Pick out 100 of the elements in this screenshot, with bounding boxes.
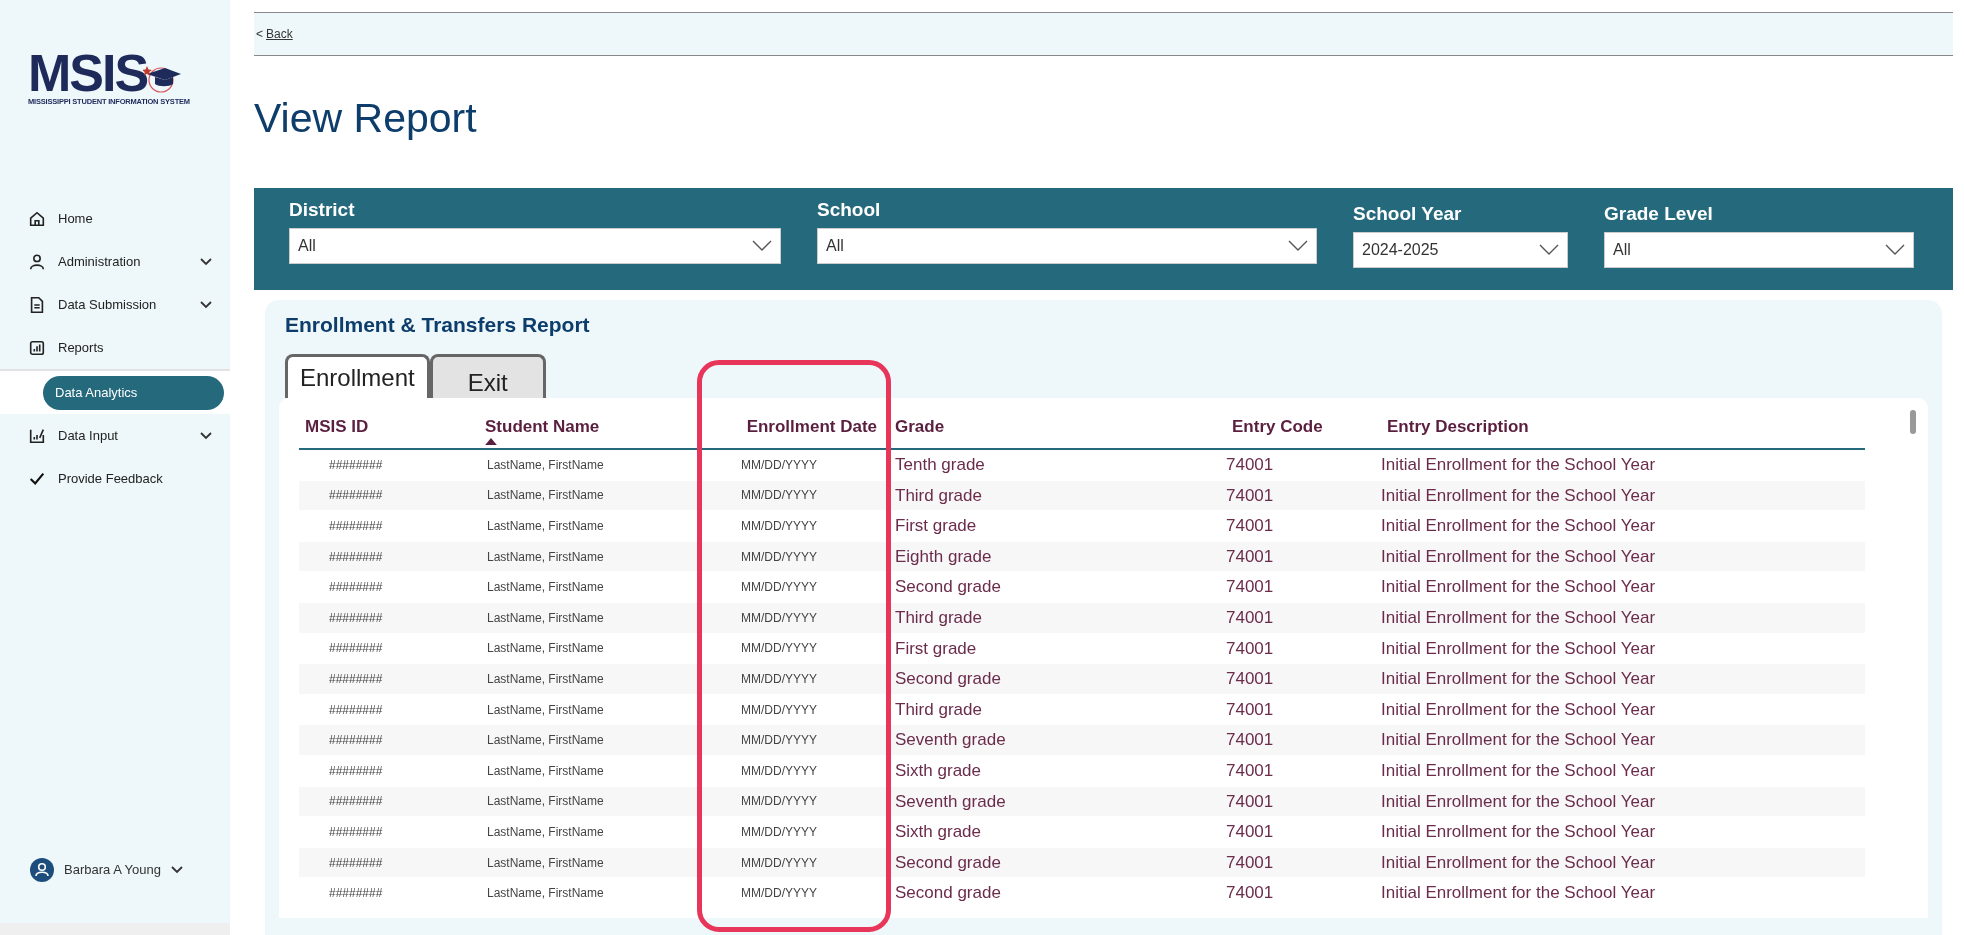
table-cell-text: Initial Enrollment for the School Year bbox=[1381, 882, 1657, 905]
table-cell-text: MM/DD/YYYY bbox=[740, 793, 818, 811]
nav-item[interactable]: Provide Feedback bbox=[0, 457, 230, 501]
chevron-down-icon bbox=[1539, 244, 1559, 256]
table-cell-text: 74001 bbox=[1226, 729, 1275, 752]
sort-ascending-icon[interactable] bbox=[485, 438, 497, 445]
table-cell-text: ######## bbox=[328, 885, 384, 903]
table-cell-text: LastName, FirstName bbox=[486, 456, 605, 474]
table-cell-text: Initial Enrollment for the School Year bbox=[1381, 545, 1657, 568]
table-cell-text: Initial Enrollment for the School Year bbox=[1381, 607, 1657, 629]
table-cell-text: LastName, FirstName bbox=[486, 732, 605, 750]
table-cell-text: Second grade bbox=[894, 882, 1002, 905]
nav-item[interactable]: Reports bbox=[0, 326, 230, 370]
chevron-down-icon bbox=[1288, 240, 1308, 252]
table-cell-text: Initial Enrollment for the School Year bbox=[1381, 729, 1657, 752]
table-cell-text: First grade bbox=[894, 637, 978, 660]
table-cell-text: ######## bbox=[328, 548, 384, 566]
table-cell-text: 74001 bbox=[1226, 454, 1275, 477]
table-cell-text: Second grade bbox=[894, 576, 1002, 599]
table-cell-text: ######## bbox=[328, 456, 384, 474]
table-cell-text: MM/DD/YYYY bbox=[740, 456, 818, 474]
table-cell-text: Initial Enrollment for the School Year bbox=[1381, 454, 1657, 477]
table-cell-text: MM/DD/YYYY bbox=[740, 609, 818, 627]
column-header[interactable]: Student Name bbox=[479, 408, 679, 448]
column-header[interactable]: MSIS ID bbox=[299, 408, 479, 448]
nav-item[interactable]: Administration bbox=[0, 240, 230, 284]
column-header[interactable]: Grade bbox=[891, 408, 1226, 448]
chevron-down-icon bbox=[170, 866, 183, 874]
table-cell-text: LastName, FirstName bbox=[486, 854, 605, 872]
report-title: Enrollment & Transfers Report bbox=[285, 312, 591, 338]
table-cell-text: ######## bbox=[328, 823, 384, 841]
dropdown-field[interactable]: All bbox=[1604, 232, 1914, 268]
table-cell-text: 74001 bbox=[1226, 545, 1275, 568]
table-cell-text: 74001 bbox=[1226, 882, 1275, 905]
filter-label: District bbox=[289, 198, 356, 222]
table-cell-text: LastName, FirstName bbox=[486, 670, 605, 688]
table-cell-text: 74001 bbox=[1226, 484, 1275, 507]
table-cell-text: Initial Enrollment for the School Year bbox=[1381, 484, 1657, 507]
back-link[interactable]: < Back bbox=[256, 25, 293, 43]
table-cell-text: MM/DD/YYYY bbox=[740, 762, 818, 780]
column-header[interactable]: Entry Description bbox=[1381, 408, 1761, 448]
chevron-down-icon bbox=[752, 240, 772, 252]
table-cell-text: MM/DD/YYYY bbox=[740, 823, 818, 841]
table-cell-text: MM/DD/YYYY bbox=[740, 854, 818, 872]
user-name[interactable]: Barbara A Young bbox=[64, 860, 161, 880]
table-cell-text: MM/DD/YYYY bbox=[740, 670, 818, 688]
dropdown-field[interactable]: 2024-2025 bbox=[1353, 232, 1568, 268]
table-cell-text: LastName, FirstName bbox=[486, 762, 605, 780]
table-cell-text: Seventh grade bbox=[894, 729, 1007, 752]
chart-icon bbox=[28, 338, 46, 357]
table-cell-text: ######## bbox=[328, 487, 384, 505]
tab[interactable]: Enrollment bbox=[285, 354, 430, 398]
table-cell-text: Second grade bbox=[894, 668, 1002, 691]
table-cell-text: Second grade bbox=[894, 851, 1002, 874]
table-cell-text: MM/DD/YYYY bbox=[740, 640, 818, 658]
table-cell-text: ######## bbox=[328, 609, 384, 627]
table-cell-text: ######## bbox=[328, 854, 384, 872]
table-cell-text: MM/DD/YYYY bbox=[740, 548, 818, 566]
table-cell-text: 74001 bbox=[1226, 607, 1275, 629]
vertical-scrollbar[interactable] bbox=[1910, 410, 1916, 434]
table-cell-text: MM/DD/YYYY bbox=[740, 579, 818, 597]
avatar-icon bbox=[30, 858, 54, 882]
logo-wordmark: MSIS bbox=[28, 50, 148, 96]
chevron-down-icon bbox=[1885, 244, 1905, 256]
table-cell-text: Initial Enrollment for the School Year bbox=[1381, 515, 1657, 538]
table-cell-text: LastName, FirstName bbox=[486, 701, 605, 719]
table-cell-text: Eighth grade bbox=[894, 545, 993, 568]
column-header[interactable]: Entry Code bbox=[1226, 408, 1381, 448]
table-cell-text: Third grade bbox=[894, 698, 983, 721]
table-cell-text: 74001 bbox=[1226, 515, 1275, 538]
table-cell-text: Initial Enrollment for the School Year bbox=[1381, 698, 1657, 721]
home-icon bbox=[28, 209, 46, 228]
table-cell-text: Initial Enrollment for the School Year bbox=[1381, 821, 1657, 844]
table-cell-text: 74001 bbox=[1226, 668, 1275, 691]
table-cell-text: 74001 bbox=[1226, 851, 1275, 874]
filter-label: Grade Level bbox=[1604, 202, 1714, 226]
table-cell-text: Initial Enrollment for the School Year bbox=[1381, 760, 1657, 782]
document-icon bbox=[28, 295, 46, 314]
table-cell-text: ######## bbox=[328, 518, 384, 535]
table-cell-text: 74001 bbox=[1226, 790, 1275, 813]
table-cell-text: LastName, FirstName bbox=[486, 487, 605, 505]
dropdown-field[interactable]: All bbox=[289, 228, 781, 264]
column-header[interactable]: Enrollment Date bbox=[679, 408, 891, 448]
table-cell-text: MM/DD/YYYY bbox=[740, 732, 818, 750]
nav-item[interactable]: Data Submission bbox=[0, 283, 230, 327]
filter-label: School bbox=[817, 198, 882, 222]
table-cell-text: ######## bbox=[328, 640, 384, 658]
table-cell-text: LastName, FirstName bbox=[486, 823, 605, 841]
table-cell-text: 74001 bbox=[1226, 698, 1275, 721]
table-cell-text: Initial Enrollment for the School Year bbox=[1381, 637, 1657, 660]
dropdown-field[interactable]: All bbox=[817, 228, 1317, 264]
table-cell-text: Seventh grade bbox=[894, 790, 1007, 813]
table-cell-text: LastName, FirstName bbox=[486, 640, 605, 658]
nav-subitem[interactable]: Data Analytics bbox=[43, 375, 224, 410]
table-cell-text: Initial Enrollment for the School Year bbox=[1381, 668, 1657, 691]
tab[interactable]: Exit bbox=[429, 354, 546, 398]
nav-item[interactable]: Data Input bbox=[0, 414, 230, 458]
table-cell-text: ######## bbox=[328, 732, 384, 750]
table-cell-text: LastName, FirstName bbox=[486, 548, 605, 566]
nav-item[interactable]: Home bbox=[0, 197, 230, 241]
